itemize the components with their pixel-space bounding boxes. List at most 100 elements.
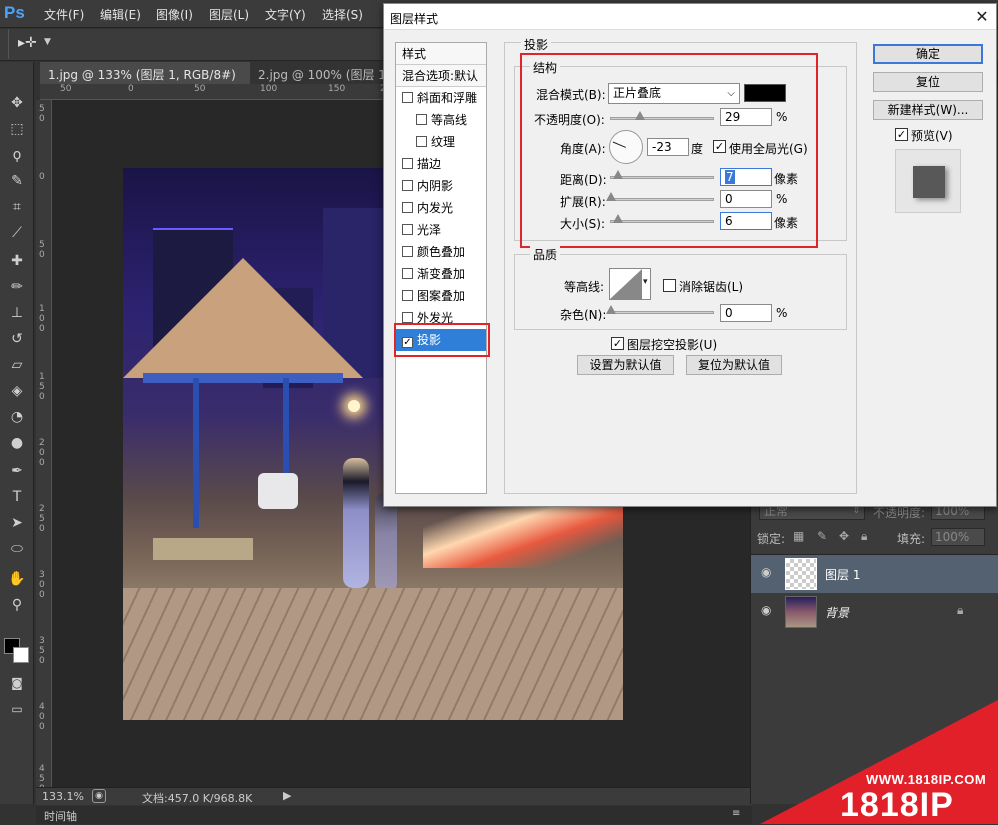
crop-tool-icon[interactable]: ⌗ — [5, 196, 29, 218]
fill-field[interactable]: 100% — [931, 528, 985, 546]
status-menu-arrow-icon[interactable]: ▶ — [283, 789, 291, 802]
type-tool-icon[interactable]: T — [5, 486, 29, 508]
style-item[interactable]: 内阴影 — [396, 175, 486, 197]
style-checkbox[interactable] — [402, 290, 413, 301]
ruler-tick: 150 — [328, 84, 346, 94]
tool-preset-dropdown-icon[interactable]: ▼ — [44, 37, 51, 47]
close-icon[interactable]: ✕ — [970, 6, 994, 28]
contour-picker[interactable]: ▾ — [609, 268, 651, 300]
healing-brush-tool-icon[interactable]: ✚ — [5, 250, 29, 272]
style-checkbox[interactable] — [402, 246, 413, 257]
eyedropper-tool-icon[interactable]: ⟋ — [5, 222, 29, 244]
new-style-button[interactable]: 新建样式(W)... — [873, 100, 983, 120]
layer-row-background[interactable]: ◉ 背景 🔒︎ — [751, 593, 998, 631]
timeline-tab[interactable]: 时间轴 — [44, 808, 77, 824]
screen-mode-icon[interactable]: ▭ — [5, 698, 29, 720]
preview-label[interactable]: 预览(V) — [911, 127, 953, 144]
history-brush-tool-icon[interactable]: ↺ — [5, 328, 29, 350]
eraser-tool-icon[interactable]: ▱ — [5, 354, 29, 376]
layer-name[interactable]: 背景 — [825, 604, 849, 621]
lasso-tool-icon[interactable]: ϙ — [5, 144, 29, 166]
style-item[interactable]: 等高线 — [396, 109, 486, 131]
pillar-shape — [193, 378, 199, 528]
move-tool-icon[interactable]: ▸✛ — [18, 35, 37, 51]
style-item-label: 混合选项:默认 — [402, 69, 479, 83]
layer-row-layer1[interactable]: ◉ 图层 1 — [751, 555, 998, 593]
lock-icon: 🔒︎ — [957, 603, 964, 617]
noise-field[interactable]: 0 — [720, 304, 772, 322]
shape-tool-icon[interactable]: ⬭ — [5, 538, 29, 560]
visibility-eye-icon[interactable]: ◉ — [761, 603, 771, 617]
menu-edit[interactable]: 编辑(E) — [100, 6, 141, 23]
quick-mask-icon[interactable]: ◙ — [5, 672, 29, 694]
noise-slider[interactable] — [610, 311, 714, 314]
menu-layer[interactable]: 图层(L) — [209, 6, 249, 23]
lock-transparent-icon[interactable]: ▦ — [793, 529, 804, 543]
clone-stamp-tool-icon[interactable]: ⊥ — [5, 302, 29, 324]
paint-bucket-tool-icon[interactable]: ◈ — [5, 380, 29, 402]
style-item[interactable]: 图案叠加 — [396, 285, 486, 307]
marquee-tool-icon[interactable]: ⬚ — [5, 118, 29, 140]
layer-name[interactable]: 图层 1 — [825, 566, 860, 583]
layer-thumbnail — [785, 558, 817, 590]
hand-tool-icon[interactable]: ✋ — [5, 568, 29, 590]
ruler-tick: 5 0 — [39, 104, 45, 124]
background-color-swatch[interactable] — [13, 647, 29, 663]
noise-slider-thumb[interactable] — [606, 305, 616, 314]
make-default-button[interactable]: 设置为默认值 — [577, 355, 674, 375]
style-item[interactable]: 样式 — [396, 43, 486, 65]
pavement-shape — [123, 588, 623, 720]
style-item[interactable]: 斜面和浮雕 — [396, 87, 486, 109]
preview-checkbox[interactable]: ✓ — [895, 128, 908, 141]
menu-file[interactable]: 文件(F) — [44, 6, 84, 23]
knockout-label[interactable]: 图层挖空投影(U) — [627, 336, 717, 353]
antialias-label[interactable]: 消除锯齿(L) — [679, 278, 743, 295]
style-item[interactable]: 纹理 — [396, 131, 486, 153]
style-item[interactable]: 混合选项:默认 — [396, 65, 486, 87]
menu-select[interactable]: 选择(S) — [322, 6, 363, 23]
lock-all-icon[interactable]: 🔒︎ — [861, 529, 867, 544]
style-item[interactable]: 光泽 — [396, 219, 486, 241]
style-item[interactable]: 渐变叠加 — [396, 263, 486, 285]
share-icon[interactable]: ◉ — [92, 789, 106, 803]
reset-button[interactable]: 复位 — [873, 72, 983, 92]
lock-brush-icon[interactable]: ✎ — [817, 529, 827, 543]
style-checkbox[interactable] — [402, 92, 413, 103]
knockout-checkbox[interactable]: ✓ — [611, 337, 624, 350]
pen-tool-icon[interactable]: ✒ — [5, 460, 29, 482]
blur-tool-icon[interactable]: ◔ — [5, 406, 29, 428]
reset-default-button[interactable]: 复位为默认值 — [686, 355, 782, 375]
tab-1jpg[interactable]: 1.jpg @ 133% (图层 1, RGB/8#) * — [40, 62, 250, 97]
noise-label: 杂色(N): — [560, 308, 607, 322]
move-tool-icon[interactable]: ✥ — [5, 92, 29, 114]
menu-type[interactable]: 文字(Y) — [265, 6, 306, 23]
style-item[interactable]: 颜色叠加 — [396, 241, 486, 263]
style-checkbox[interactable] — [402, 224, 413, 235]
path-select-tool-icon[interactable]: ➤ — [5, 512, 29, 534]
options-grip — [8, 29, 9, 59]
style-item[interactable]: 内发光 — [396, 197, 486, 219]
style-checkbox[interactable] — [416, 114, 427, 125]
style-item-label: 纹理 — [431, 135, 456, 149]
style-checkbox[interactable] — [402, 180, 413, 191]
section-title: 投影 — [521, 36, 552, 53]
lock-label: 锁定: — [757, 532, 786, 546]
style-item[interactable]: 描边 — [396, 153, 486, 175]
menu-image[interactable]: 图像(I) — [156, 6, 193, 23]
quick-select-tool-icon[interactable]: ✎ — [5, 170, 29, 192]
zoom-level[interactable]: 133.1% — [42, 790, 84, 803]
dodge-tool-icon[interactable]: ● — [5, 432, 29, 454]
zoom-tool-icon[interactable]: ⚲ — [5, 594, 29, 616]
antialias-checkbox[interactable] — [663, 279, 676, 292]
brush-tool-icon[interactable]: ✏ — [5, 276, 29, 298]
style-checkbox[interactable] — [402, 202, 413, 213]
lock-move-icon[interactable]: ✥ — [839, 529, 849, 543]
ok-button[interactable]: 确定 — [873, 44, 983, 64]
style-checkbox[interactable] — [416, 136, 427, 147]
panel-menu-icon[interactable]: ≡ — [732, 808, 740, 819]
style-checkbox[interactable] — [402, 268, 413, 279]
visibility-eye-icon[interactable]: ◉ — [761, 565, 771, 579]
style-checkbox[interactable] — [402, 158, 413, 169]
style-list: 样式混合选项:默认斜面和浮雕 等高线纹理描边 内阴影 内发光 光泽 颜色叠加 渐变叠加 图案叠… — [394, 42, 490, 494]
style-checkbox[interactable] — [402, 312, 413, 323]
